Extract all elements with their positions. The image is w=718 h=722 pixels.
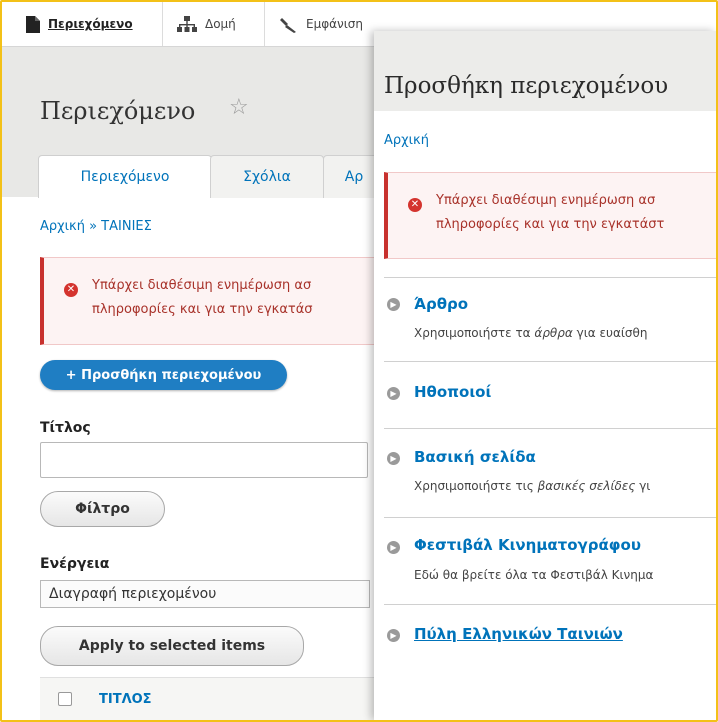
error-icon: ✕ xyxy=(408,198,422,212)
error-message: ✕ Υπάρχει διαθέσιμη ενημέρωση ασ πληροφο… xyxy=(384,172,716,259)
browser-viewport: Περιεχόμενο Δομή Εμφάνιση Περιεχόμενο ☆ … xyxy=(0,0,718,722)
divider xyxy=(384,428,716,429)
divider xyxy=(384,604,716,605)
tab-content[interactable]: Περιεχόμενο xyxy=(38,155,212,198)
error-message: ✕ Υπάρχει διαθέσιμη ενημέρωση ασ πληροφο… xyxy=(40,257,375,345)
description-text: γι xyxy=(635,479,651,493)
page-header: Περιεχόμενο ☆ Περιεχόμενο Σχόλια Αρ xyxy=(2,47,385,198)
page-title: Προσθήκη περιεχομένου xyxy=(384,73,669,99)
divider xyxy=(384,277,716,278)
breadcrumb[interactable]: Αρχική » ΤΑΙΝΙΕΣ xyxy=(40,219,152,234)
divider xyxy=(384,517,716,518)
chevron-right-icon: ▶ xyxy=(387,387,400,400)
description-emphasis: βασικές σελίδες xyxy=(537,479,636,493)
content-type-title[interactable]: Πύλη Ελληνικών Ταινιών xyxy=(414,625,623,643)
chevron-right-icon: ▶ xyxy=(387,629,400,642)
select-all-checkbox[interactable] xyxy=(58,692,72,706)
description-text: Χρησιμοποιήστε τις xyxy=(414,479,538,493)
chevron-right-icon: ▶ xyxy=(387,452,400,465)
chevron-right-icon: ▶ xyxy=(387,541,400,554)
toolbar-divider xyxy=(162,2,163,46)
tab-comments[interactable]: Σχόλια xyxy=(210,155,324,198)
description-text: Χρησιμοποιήστε τα xyxy=(414,326,535,340)
action-label: Ενέργεια xyxy=(40,556,110,572)
breadcrumb[interactable]: Αρχική xyxy=(384,133,429,148)
content-type-title[interactable]: Φεστιβάλ Κινηματογράφου xyxy=(414,536,641,554)
sitemap-icon xyxy=(177,15,197,32)
error-icon: ✕ xyxy=(64,283,78,297)
divider xyxy=(384,361,716,362)
content-type-title[interactable]: Άρθρο xyxy=(414,295,468,313)
page-title: Περιεχόμενο xyxy=(40,97,196,125)
description-emphasis: άρθρα xyxy=(534,326,573,340)
filter-button[interactable]: Φίλτρο xyxy=(40,491,165,527)
toolbar-item-label: Δομή xyxy=(205,17,236,31)
content-type-description: Χρησιμοποιήστε τις βασικές σελίδες γι xyxy=(414,479,650,493)
apply-selected-button[interactable]: Apply to selected items xyxy=(40,626,304,666)
toolbar-item-structure[interactable]: Δομή xyxy=(177,2,236,46)
content-overview-page: Περιεχόμενο ☆ Περιεχόμενο Σχόλια Αρ Αρχι… xyxy=(2,47,385,720)
add-content-page: Προσθήκη περιεχομένου Αρχική ✕ Υπάρχει δ… xyxy=(374,31,716,720)
toolbar-item-content[interactable]: Περιεχόμενο xyxy=(26,2,133,46)
message-line: Υπάρχει διαθέσιμη ενημέρωση ασ xyxy=(92,278,312,293)
chevron-right-icon: ▶ xyxy=(387,298,400,311)
description-text: Εδώ θα βρείτε όλα τα Φεστιβάλ Κινημα xyxy=(414,568,654,582)
toolbar-item-label: Περιεχόμενο xyxy=(48,17,133,31)
message-line: πληροφορίες και για την εγκατάσ xyxy=(92,302,313,317)
star-icon[interactable]: ☆ xyxy=(229,95,249,120)
description-text: για ευαίσθη xyxy=(572,326,648,340)
message-line: Υπάρχει διαθέσιμη ενημέρωση ασ xyxy=(436,193,656,208)
message-line: πληροφορίες και για την εγκατάστ xyxy=(436,217,665,232)
title-filter-label: Τίτλος xyxy=(40,420,91,436)
content-type-description: Χρησιμοποιήστε τα άρθρα για ευαίσθη xyxy=(414,326,647,340)
content-type-title[interactable]: Ηθοποιοί xyxy=(414,383,491,401)
toolbar-divider xyxy=(264,2,265,46)
page-header: Προσθήκη περιεχομένου xyxy=(374,31,716,111)
file-icon xyxy=(26,15,40,33)
content-type-description: Εδώ θα βρείτε όλα τα Φεστιβάλ Κινημα xyxy=(414,568,653,582)
toolbar-item-label: Εμφάνιση xyxy=(306,17,364,31)
add-content-button[interactable]: + Προσθήκη περιεχομένου xyxy=(40,360,287,390)
title-filter-input[interactable] xyxy=(40,442,368,478)
wrench-icon xyxy=(280,17,296,33)
column-header-title[interactable]: ΤΙΤΛΟΣ xyxy=(99,692,152,707)
table-header xyxy=(40,677,374,720)
action-select[interactable]: Διαγραφή περιεχομένου xyxy=(40,580,370,608)
toolbar-item-appearance[interactable]: Εμφάνιση xyxy=(280,2,363,46)
content-type-title[interactable]: Βασική σελίδα xyxy=(414,448,536,466)
